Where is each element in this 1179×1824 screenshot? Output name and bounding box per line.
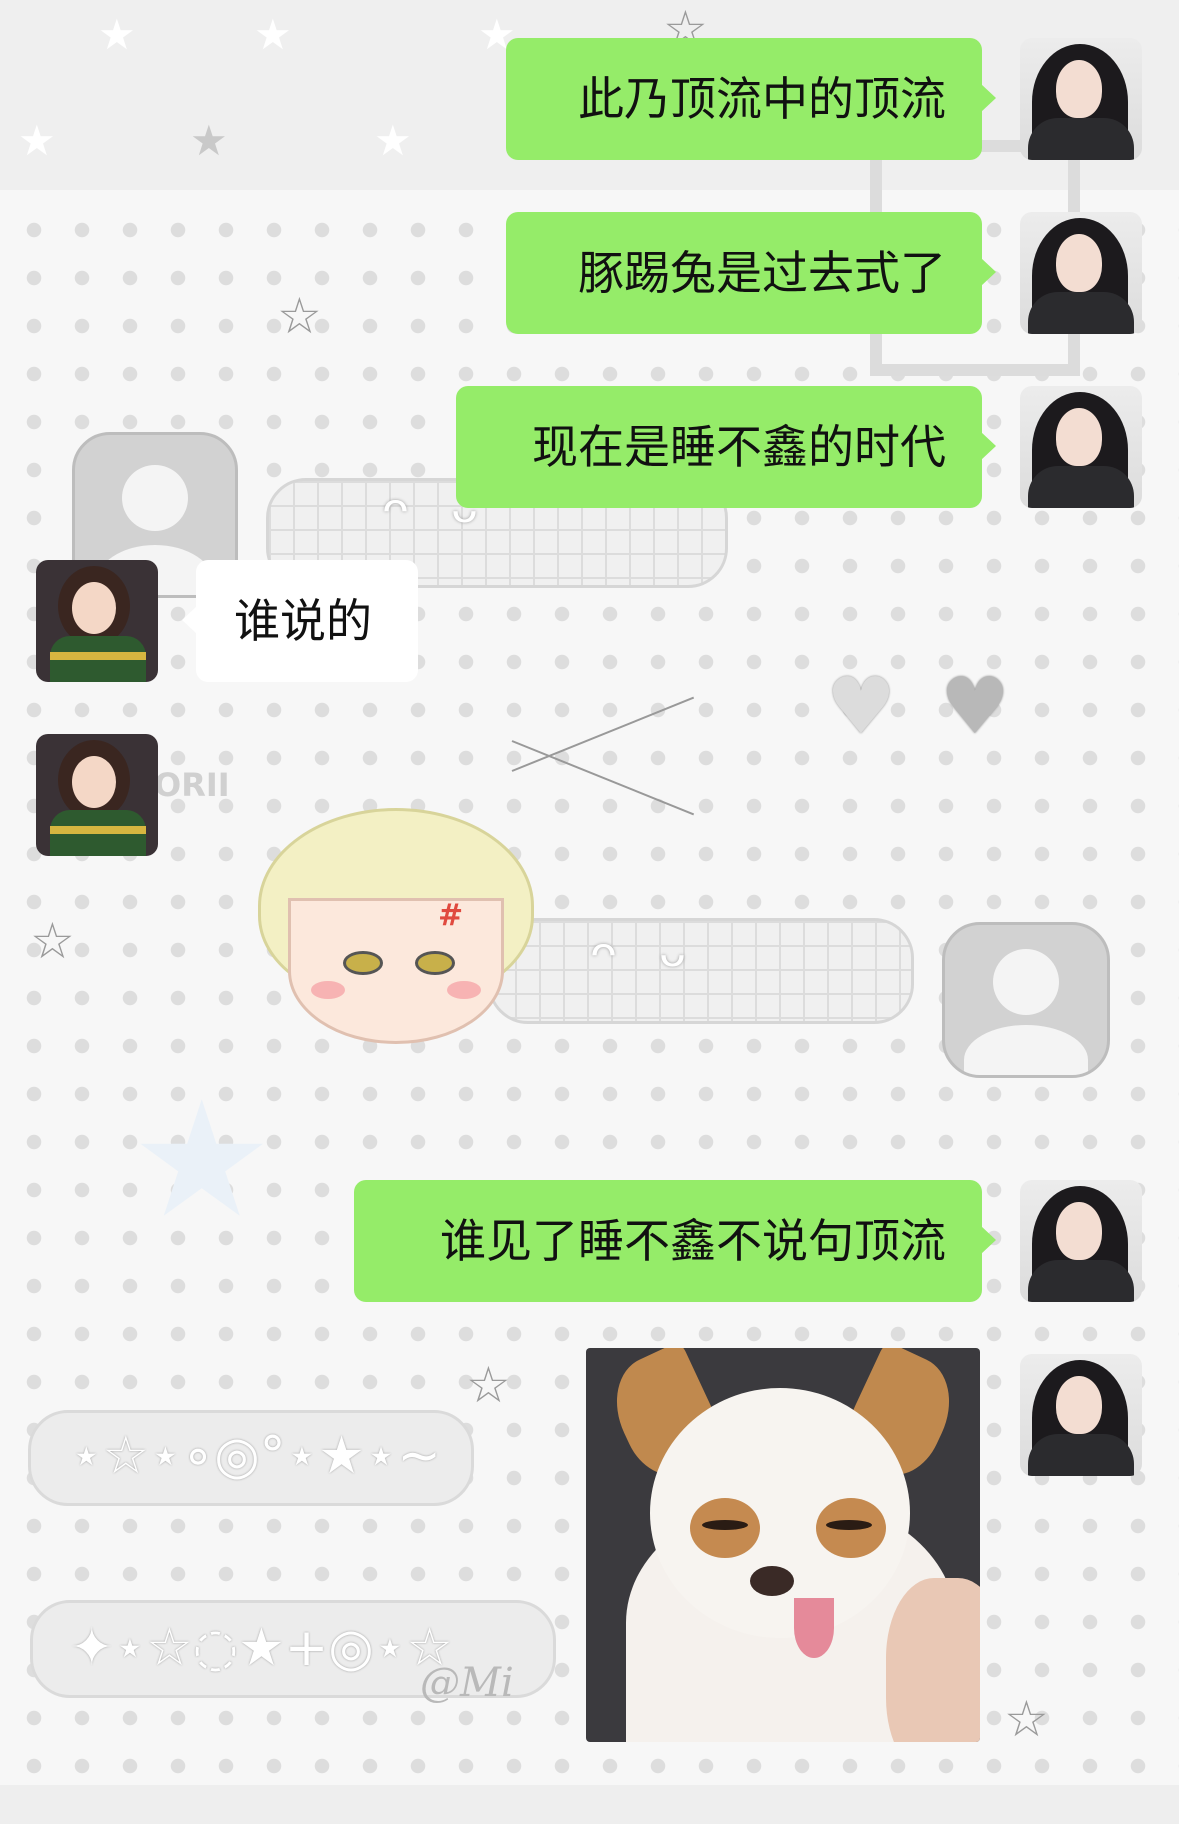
star-row-icon: ✦⋆☆◌★+◎⋆☆ (70, 1618, 453, 1678)
avatar[interactable] (36, 560, 158, 682)
message-bubble-received[interactable]: 谁说的 (182, 560, 418, 682)
star-outline-icon: ☆ (1004, 1690, 1049, 1748)
avatar[interactable] (1020, 212, 1142, 334)
star-icon: ★ (190, 116, 228, 165)
message-bubble-sent[interactable]: 谁见了睡不鑫不说句顶流 (354, 1180, 996, 1302)
chibi-boy-sticker: # (258, 808, 534, 1044)
heart-icon: ♥ (940, 662, 1010, 752)
avatar[interactable] (1020, 1180, 1142, 1302)
avatar[interactable] (1020, 38, 1142, 160)
background-bottom-band (0, 1785, 1179, 1824)
watermark: @Mi (420, 1660, 514, 1706)
heart-icon: ♥ (826, 662, 896, 752)
chihuahua-photo[interactable] (586, 1348, 980, 1742)
star-outline-icon: ☆ (466, 1356, 511, 1414)
star-icon: ★ (254, 10, 292, 59)
star-icon: ★ (98, 10, 136, 59)
star-icon: ★ (18, 116, 56, 165)
wings-icon: ᵔᵕ (590, 924, 728, 1006)
placeholder-avatar-icon (942, 922, 1110, 1078)
message-bubble-sent[interactable]: 豚踢兔是过去式了 (506, 212, 996, 334)
star-row-icon: ⋆☆⋆∘◎°⋆★⋆~ (70, 1426, 441, 1486)
cross-line (511, 696, 695, 772)
cross-line (511, 740, 695, 816)
message-bubble-sent[interactable]: 现在是睡不鑫的时代 (456, 386, 996, 508)
star-icon: ★ (374, 116, 412, 165)
sticker-text: ORII (154, 766, 230, 804)
star-icon: ★ (130, 1066, 274, 1253)
avatar[interactable] (1020, 386, 1142, 508)
star-outline-icon: ☆ (277, 287, 322, 345)
star-outline-icon: ☆ (30, 912, 75, 970)
anger-mark-icon: # (438, 898, 464, 933)
avatar[interactable] (36, 734, 158, 856)
message-bubble-sent[interactable]: 此乃顶流中的顶流 (506, 38, 996, 160)
avatar[interactable] (1020, 1354, 1142, 1476)
